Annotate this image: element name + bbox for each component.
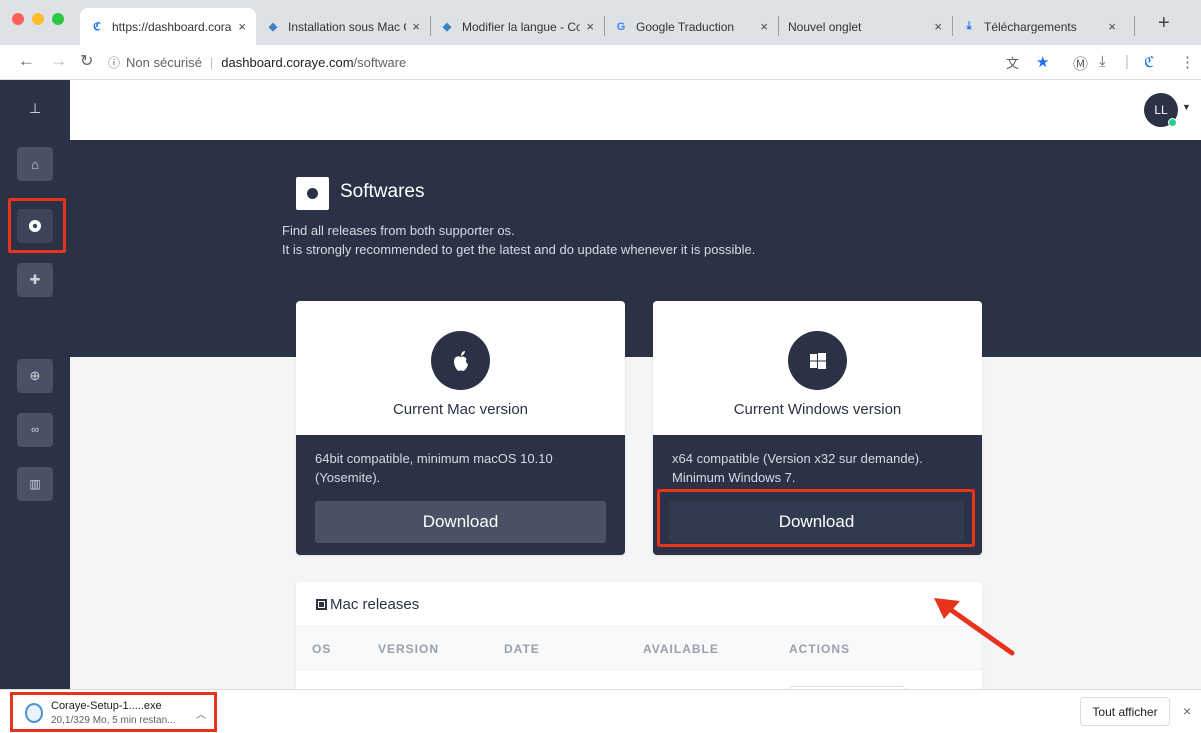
mac-compat-text: 64bit compatible, minimum macOS 10.10 (Y… bbox=[315, 449, 615, 487]
sidebar-item-web[interactable]: ⊕ bbox=[17, 359, 53, 393]
page-description-line: It is strongly recommended to get the la… bbox=[282, 242, 756, 257]
puzzle-icon: ✚ bbox=[29, 272, 41, 287]
chevron-down-icon[interactable]: ▼ bbox=[1182, 102, 1191, 112]
tab-separator bbox=[1134, 16, 1135, 36]
url-host: dashboard.coraye.com bbox=[221, 54, 354, 70]
page-title: Softwares bbox=[340, 181, 425, 202]
tab-close-icon[interactable]: × bbox=[238, 19, 246, 34]
extension-m-icon[interactable]: Ⓜ bbox=[1073, 53, 1088, 74]
download-item[interactable]: Coraye-Setup-1.....exe 20,1/329 Mo, 5 mi… bbox=[10, 692, 217, 732]
compat-line: 64bit compatible, minimum macOS 10.10 bbox=[315, 451, 553, 466]
tab-telechargements[interactable]: ⤓ Téléchargements × bbox=[952, 8, 1126, 45]
chevron-up-icon[interactable]: ︿ bbox=[196, 706, 206, 721]
coraye-favicon-icon: ℭ bbox=[93, 21, 101, 33]
url-path: /software bbox=[353, 54, 407, 70]
back-arrow-icon[interactable]: ← bbox=[18, 51, 35, 71]
mac-version-card: Current Mac version 64bit compatible, mi… bbox=[296, 301, 625, 555]
sidebar-highlight-box bbox=[8, 198, 66, 253]
mac-download-button[interactable]: Download bbox=[315, 501, 606, 543]
card-title: Current Windows version bbox=[733, 401, 902, 418]
windows-compat-text: x64 compatible (Version x32 sur demande)… bbox=[672, 449, 972, 487]
softwares-icon bbox=[296, 177, 329, 210]
tab-dashboard[interactable]: ℭ https://dashboard.cora × bbox=[80, 8, 256, 45]
tab-modifier-langue[interactable]: ◆ Modifier la langue - Co × bbox=[430, 8, 604, 45]
page-description: Find all releases from both supporter os… bbox=[282, 221, 755, 259]
releases-title-text: Mac releases bbox=[330, 596, 420, 613]
show-all-button[interactable]: Tout afficher bbox=[1080, 697, 1170, 726]
globe-icon: ⊕ bbox=[29, 368, 41, 383]
top-header-bar: LL ▼ bbox=[70, 80, 1201, 140]
card-title: Current Mac version bbox=[392, 401, 529, 418]
sidebar-item-glasses[interactable]: ∞ bbox=[17, 413, 53, 447]
windows-download-highlight-box bbox=[657, 489, 975, 547]
hero-banner: Softwares Find all releases from both su… bbox=[70, 140, 1201, 357]
download-favicon-icon: ⤓ bbox=[966, 20, 972, 32]
compat-line: (Yosemite). bbox=[315, 470, 381, 485]
annotation-arrow-icon bbox=[934, 598, 1015, 656]
tab-close-icon[interactable]: × bbox=[934, 19, 942, 34]
new-tab-button[interactable]: + bbox=[1158, 12, 1170, 35]
column-actions: ACTIONS bbox=[789, 642, 850, 656]
tab-close-icon[interactable]: × bbox=[586, 19, 594, 34]
address-bar[interactable]: ⓘ Non sécurisé | dashboard.coraye.com /s… bbox=[108, 51, 1008, 73]
tab-nouvel-onglet[interactable]: Nouvel onglet × bbox=[778, 8, 952, 45]
column-os: OS bbox=[312, 642, 332, 656]
column-version: VERSION bbox=[378, 642, 440, 656]
security-label: Non sécurisé bbox=[126, 54, 202, 70]
browser-tab-bar: ℭ https://dashboard.cora × ◆ Installatio… bbox=[0, 0, 1201, 45]
tab-close-icon[interactable]: × bbox=[1108, 19, 1116, 34]
toolbar-divider: | bbox=[1125, 53, 1129, 70]
forward-arrow-icon[interactable]: → bbox=[50, 51, 67, 71]
releases-table-header: OS VERSION DATE AVAILABLE ACTIONS bbox=[296, 626, 982, 670]
translate-favicon-icon: G bbox=[616, 20, 626, 33]
tab-close-icon[interactable]: × bbox=[412, 19, 420, 34]
sidebar-item-docs[interactable]: ▥ bbox=[17, 467, 53, 501]
menu-kebab-icon[interactable]: ⋮ bbox=[1180, 53, 1195, 71]
pin-icon[interactable]: ⊥ bbox=[29, 100, 41, 117]
releases-title: Mac releases bbox=[316, 596, 419, 613]
docs-favicon-icon: ◆ bbox=[442, 21, 452, 33]
mac-releases-panel: Mac releases OS VERSION DATE AVAILABLE A… bbox=[296, 582, 982, 689]
bookmark-star-icon[interactable]: ★ bbox=[1036, 53, 1049, 71]
tab-close-icon[interactable]: × bbox=[760, 19, 768, 34]
translate-icon[interactable]: 文 bbox=[1006, 53, 1019, 72]
sidebar-item-extensions[interactable]: ✚ bbox=[17, 263, 53, 297]
download-shelf: Coraye-Setup-1.....exe 20,1/329 Mo, 5 mi… bbox=[0, 689, 1201, 733]
window-close-button[interactable] bbox=[12, 13, 24, 25]
coraye-extension-icon[interactable]: ℭ bbox=[1144, 53, 1155, 71]
download-file-name: Coraye-Setup-1.....exe bbox=[51, 700, 162, 712]
download-status: 20,1/329 Mo, 5 min restan... bbox=[51, 715, 176, 726]
window-minimize-button[interactable] bbox=[32, 13, 44, 25]
window-zoom-button[interactable] bbox=[52, 13, 64, 25]
info-icon[interactable]: ⓘ bbox=[108, 54, 120, 71]
column-available: AVAILABLE bbox=[643, 642, 719, 656]
compat-line: Minimum Windows 7. bbox=[672, 470, 796, 485]
home-icon: ⌂ bbox=[31, 156, 39, 172]
address-divider: | bbox=[209, 54, 214, 70]
file-progress-icon bbox=[25, 703, 43, 723]
tab-google-traduction[interactable]: G Google Traduction × bbox=[604, 8, 778, 45]
page-description-line: Find all releases from both supporter os… bbox=[282, 223, 515, 238]
download-toolbar-icon[interactable]: ⤓ bbox=[1099, 53, 1106, 70]
tab-installation-mac[interactable]: ◆ Installation sous Mac C × bbox=[256, 8, 430, 45]
online-status-dot bbox=[1168, 118, 1177, 127]
card-body: 64bit compatible, minimum macOS 10.10 (Y… bbox=[296, 435, 625, 555]
sidebar-item-home[interactable]: ⌂ bbox=[17, 147, 53, 181]
glasses-icon: ∞ bbox=[31, 424, 39, 436]
page: ⊥ ⌂ ✚ ⊕ ∞ ▥ LL ▼ Softwares Find all rele… bbox=[0, 80, 1201, 689]
list-square-icon bbox=[316, 599, 327, 610]
column-date: DATE bbox=[504, 642, 540, 656]
apple-logo-icon bbox=[431, 331, 490, 390]
close-icon[interactable]: × bbox=[1183, 703, 1191, 719]
reload-icon[interactable]: ↻ bbox=[80, 51, 93, 71]
docs-favicon-icon: ◆ bbox=[268, 21, 278, 33]
browser-toolbar: ← → ↻ ⓘ Non sécurisé | dashboard.coraye.… bbox=[0, 45, 1201, 80]
sidebar: ⊥ ⌂ ✚ ⊕ ∞ ▥ bbox=[0, 80, 70, 689]
book-icon: ▥ bbox=[29, 477, 41, 491]
compat-line: x64 compatible (Version x32 sur demande)… bbox=[672, 451, 923, 466]
windows-logo-icon bbox=[788, 331, 847, 390]
